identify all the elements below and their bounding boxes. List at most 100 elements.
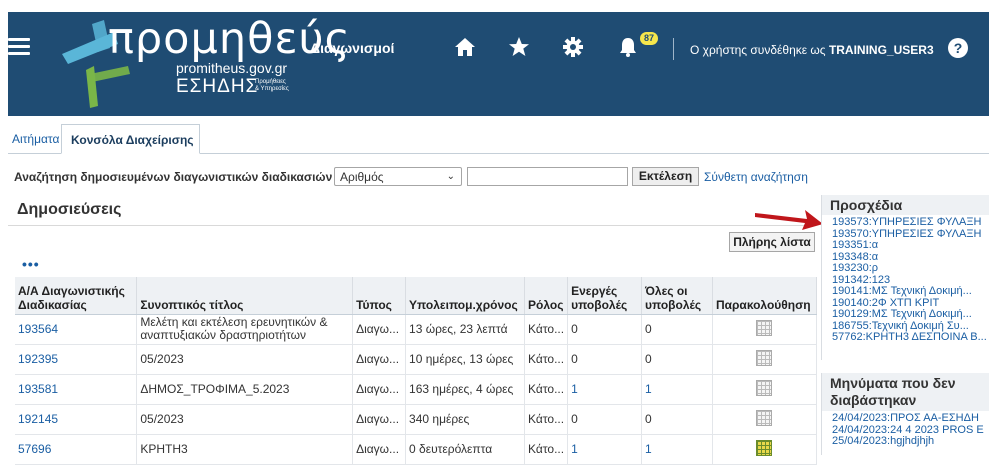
tender-all-submissions[interactable]: 1 — [641, 434, 713, 465]
message-link[interactable]: 25/04/2023:hgjhdjhjh — [832, 436, 989, 448]
tender-all-submissions: 0 — [641, 404, 713, 435]
table-row: 193564 Μελέτη και εκτέλεση ερευνητικών &… — [15, 314, 818, 345]
chevron-down-icon: ⌄ — [446, 171, 455, 182]
table-row: 192145 05/2023 Διαγω... 340 ημέρες Κάτο.… — [15, 404, 818, 435]
monitor-grid-icon[interactable] — [756, 409, 773, 426]
drafts-list: 193573:ΥΠΗΡΕΣΙΕΣ ΦΥΛΑΞΗ 193570:ΥΠΗΡΕΣΙΕΣ… — [822, 215, 989, 344]
draft-link[interactable]: 191342:123 — [832, 275, 989, 287]
tender-remaining: 0 δευτερόλεπτα — [405, 434, 526, 465]
advanced-search-link[interactable]: Σύνθετη αναζήτηση — [704, 170, 808, 184]
draft-link[interactable]: 190140:2Φ ΧΤΠ ΚΡΙΤ — [832, 298, 989, 310]
drafts-title: Προσχέδια — [822, 195, 989, 215]
logo-org-sub: Προμήθειες & Υπηρεσίες — [255, 79, 289, 93]
tender-type: Διαγω... — [352, 314, 407, 345]
monitor-cell — [712, 404, 818, 435]
logo-org-sub1: Προμήθειες — [255, 79, 286, 85]
col-header-monitor[interactable]: Παρακολούθηση — [712, 277, 818, 315]
unread-title-line1: Μηνύματα που δεν — [830, 375, 956, 391]
tender-remaining: 163 ημέρες, 4 ώρες — [405, 374, 526, 405]
header-divider — [673, 38, 674, 60]
monitor-grid-icon[interactable] — [756, 319, 773, 336]
search-field-select[interactable]: Αριθμός ⌄ — [334, 167, 462, 186]
draft-link[interactable]: 190129:ΜΣ Τεχνική Δοκιμή... — [832, 309, 989, 321]
monitor-cell — [712, 344, 818, 375]
draft-link[interactable]: 193573:ΥΠΗΡΕΣΙΕΣ ΦΥΛΑΞΗ — [832, 217, 989, 229]
tender-role: Κάτο... — [524, 314, 569, 345]
col-header-role[interactable]: Ρόλος — [524, 277, 569, 315]
tender-title: Μελέτη και εκτέλεση ερευνητικών & αναπτυ… — [136, 314, 354, 345]
search-bar: Αναζήτηση δημοσιευμένων διαγωνιστικών δι… — [8, 166, 989, 188]
message-link[interactable]: 24/04/2023:ΠΡΟΣ ΑΑ-ΕΣΗΔΗ — [832, 413, 989, 425]
section-divider — [8, 225, 816, 226]
promitheus-logo[interactable]: προμηθεύς promitheus.gov.gr ΕΣΗΔΗΣ Προμή… — [52, 14, 350, 112]
tender-role: Κάτο... — [524, 344, 569, 375]
col-header-type[interactable]: Τύπος — [352, 277, 407, 315]
draft-link[interactable]: 186755:Τεχνική Δοκιμή Συ... — [832, 321, 989, 333]
tender-active-submissions: 0 — [567, 314, 643, 345]
draft-link[interactable]: 193570:ΥΠΗΡΕΣΙΕΣ ΦΥΛΑΞΗ — [832, 229, 989, 241]
monitor-grid-icon-active[interactable] — [756, 439, 773, 456]
tender-id-link[interactable]: 193581 — [15, 374, 138, 405]
draft-link[interactable]: 57762:ΚΡΗΤΗ3 ΔΕΣΠΟΙΝΑ Β... — [832, 332, 989, 344]
tender-type: Διαγω... — [352, 434, 407, 465]
col-header-title[interactable]: Συνοπτικός τίτλος — [136, 277, 354, 315]
more-actions-icon[interactable]: ••• — [22, 256, 40, 272]
tender-remaining: 340 ημέρες — [405, 404, 526, 435]
tender-all-submissions: 0 — [641, 314, 713, 345]
tender-title: 05/2023 — [136, 344, 354, 375]
unread-title-line2: διαβάστηκαν — [830, 392, 917, 408]
notification-badge: 87 — [640, 32, 658, 45]
red-arrow-icon — [755, 210, 823, 230]
draft-link[interactable]: 193348:α — [832, 252, 989, 264]
col-header-active[interactable]: Ενεργές υποβολές — [567, 277, 643, 315]
tender-type: Διαγω... — [352, 404, 407, 435]
home-icon[interactable] — [454, 36, 476, 58]
publications-table: Α/Α Διαγωνιστικής Διαδικασίας Συνοπτικός… — [15, 277, 818, 465]
tab-requests[interactable]: Αιτήματα — [8, 124, 63, 154]
tender-all-submissions: 0 — [641, 344, 713, 375]
tab-admin-console[interactable]: Κονσόλα Διαχείρισης — [61, 124, 200, 154]
menu-icon[interactable] — [8, 38, 30, 55]
search-label: Αναζήτηση δημοσιευμένων διαγωνιστικών δι… — [14, 170, 333, 184]
tender-id-link[interactable]: 192395 — [15, 344, 138, 375]
draft-link[interactable]: 190141:ΜΣ Τεχνική Δοκιμή... — [832, 286, 989, 298]
draft-link[interactable]: 193351:α — [832, 240, 989, 252]
tender-title: ΔΗΜΟΣ_ΤΡΟΦΙΜΑ_5.2023 — [136, 374, 354, 405]
tab-bar: Αιτήματα Κονσόλα Διαχείρισης — [8, 120, 989, 154]
bell-icon[interactable] — [617, 36, 639, 58]
tender-remaining: 10 ημέρες, 13 ώρες — [405, 344, 526, 375]
monitor-cell — [712, 374, 818, 405]
username: TRAINING_USER3 — [828, 43, 934, 57]
tender-type: Διαγω... — [352, 344, 407, 375]
gear-icon[interactable] — [562, 36, 584, 58]
drafts-panel: Προσχέδια 193573:ΥΠΗΡΕΣΙΕΣ ΦΥΛΑΞΗ 193570… — [821, 195, 989, 360]
logo-org: ΕΣΗΔΗΣ — [176, 76, 259, 97]
tender-active-submissions[interactable]: 1 — [567, 374, 643, 405]
tender-role: Κάτο... — [524, 434, 569, 465]
publications-title: Δημοσιεύσεις — [17, 201, 122, 218]
monitor-grid-icon[interactable] — [756, 349, 773, 366]
col-header-all[interactable]: Όλες οι υποβολές — [641, 277, 713, 315]
search-go-button[interactable]: Εκτέλεση — [632, 167, 699, 186]
star-icon[interactable] — [508, 36, 530, 58]
monitor-grid-icon[interactable] — [756, 379, 773, 396]
draft-link[interactable]: 193230:ρ — [832, 263, 989, 275]
tender-active-submissions[interactable]: 1 — [567, 434, 643, 465]
tender-all-submissions[interactable]: 1 — [641, 374, 713, 405]
col-header-remaining[interactable]: Υπολειπομ.χρόνος — [405, 277, 526, 315]
app-header: προμηθεύς promitheus.gov.gr ΕΣΗΔΗΣ Προμή… — [8, 12, 989, 116]
col-header-id[interactable]: Α/Α Διαγωνιστικής Διαδικασίας — [15, 277, 138, 315]
unread-title: Μηνύματα που δεν διαβάστηκαν — [822, 373, 989, 411]
logo-org-sub2: & Υπηρεσίες — [255, 86, 289, 92]
tender-active-submissions: 0 — [567, 344, 643, 375]
top-strip — [0, 0, 989, 12]
unread-messages-panel: Μηνύματα που δεν διαβάστηκαν 24/04/2023:… — [821, 373, 989, 455]
tender-role: Κάτο... — [524, 404, 569, 435]
tender-id-link[interactable]: 192145 — [15, 404, 138, 435]
tender-id-link[interactable]: 193564 — [15, 314, 138, 345]
search-input[interactable] — [467, 167, 628, 186]
tender-id-link[interactable]: 57696 — [15, 434, 138, 465]
full-list-button[interactable]: Πλήρης λίστα — [729, 232, 815, 252]
message-link[interactable]: 24/04/2023:24 4 2023 PROS E — [832, 425, 989, 437]
help-icon[interactable]: ? — [948, 38, 968, 58]
